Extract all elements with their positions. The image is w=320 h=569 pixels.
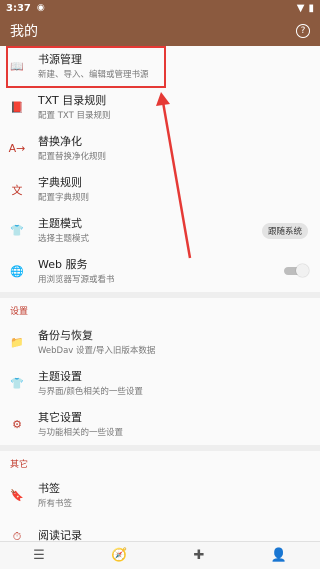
battery-icon: ▮ xyxy=(308,2,314,14)
wifi-icon: ▼ xyxy=(296,2,305,14)
item-title: 备份与恢复 xyxy=(38,328,93,342)
menu-item-theme-settings[interactable]: 👕 主题设置 与界面/颜色相关的一些设置 xyxy=(0,363,320,404)
menu-item-backup[interactable]: 📁 备份与恢复 WebDav 设置/导入旧版本数据 xyxy=(0,322,320,363)
menu-item-other-settings[interactable]: ⚙ 其它设置 与功能相关的一些设置 xyxy=(0,404,320,445)
menu-item-replace[interactable]: A→ 替换净化 配置替换净化规则 xyxy=(0,128,320,169)
content-list[interactable]: 📖 书源管理 新建、导入、编辑或管理书源 📕 TXT 目录规则 配置 TXT 目… xyxy=(0,46,320,541)
help-icon[interactable]: ? xyxy=(296,24,310,38)
menu-item-bookmarks[interactable]: 🔖 书签 所有书签 xyxy=(0,475,320,516)
item-subtitle: 配置 TXT 目录规则 xyxy=(38,110,111,121)
page-title: 我的 xyxy=(10,24,38,40)
profile-icon[interactable]: 👤 xyxy=(271,548,287,563)
section-header-settings: 设置 xyxy=(0,292,320,322)
section-header-other: 其它 xyxy=(0,445,320,475)
menu-item-txt-toc[interactable]: 📕 TXT 目录规则 配置 TXT 目录规则 xyxy=(0,87,320,128)
item-title: 替换净化 xyxy=(38,134,82,148)
item-subtitle: 与界面/颜色相关的一些设置 xyxy=(38,386,143,397)
menu-item-read-records[interactable]: ⏱ 阅读记录 xyxy=(0,516,320,542)
history-icon: ⏱ xyxy=(12,529,22,542)
dictionary-icon: 文 xyxy=(11,183,23,197)
item-subtitle: 用浏览器写源或看书 xyxy=(38,274,115,285)
shirt-icon: 👕 xyxy=(10,224,24,237)
menu-item-web-service[interactable]: 🌐 Web 服务 用浏览器写源或看书 xyxy=(0,251,320,292)
item-title: 主题设置 xyxy=(38,369,82,383)
item-subtitle: 所有书签 xyxy=(38,498,73,509)
theme-mode-pill[interactable]: 跟随系统 xyxy=(261,223,308,239)
bookmark-icon: 🔖 xyxy=(10,489,24,502)
item-subtitle: 配置字典规则 xyxy=(38,192,90,203)
menu-item-theme-mode[interactable]: 👕 主题模式 选择主题模式 跟随系统 xyxy=(0,210,320,251)
txt-book-icon: 📕 xyxy=(10,101,24,114)
item-title: 主题模式 xyxy=(38,216,82,230)
item-subtitle: WebDav 设置/导入旧版本数据 xyxy=(38,345,156,356)
bookshelf-icon[interactable]: ☰ xyxy=(33,548,45,563)
notification-icon: ◉ xyxy=(36,3,45,13)
discover-icon[interactable]: 🧭 xyxy=(111,548,127,563)
status-time: 3:37 xyxy=(6,2,31,14)
web-service-toggle[interactable] xyxy=(284,264,309,277)
item-title: 书签 xyxy=(38,481,60,495)
replace-icon: A→ xyxy=(8,142,26,155)
status-bar: 3:37 ◉ ▼ ▮ xyxy=(0,0,320,16)
item-subtitle: 与功能相关的一些设置 xyxy=(38,427,124,438)
folder-icon: 📁 xyxy=(10,336,24,349)
item-subtitle: 配置替换净化规则 xyxy=(38,151,107,162)
item-title: 字典规则 xyxy=(38,175,82,189)
gear-icon: ⚙ xyxy=(12,418,22,431)
app-bar: 我的 ? xyxy=(0,16,320,46)
item-subtitle: 选择主题模式 xyxy=(38,233,90,244)
item-title: 阅读记录 xyxy=(38,528,82,542)
rss-icon[interactable]: ✚ xyxy=(194,548,205,563)
shirt-icon: 👕 xyxy=(10,377,24,390)
item-title: Web 服务 xyxy=(38,257,88,271)
bottom-nav: ☰ 🧭 ✚ 👤 xyxy=(0,541,320,569)
item-title: 其它设置 xyxy=(38,410,82,424)
highlight-box xyxy=(6,46,166,88)
menu-item-dictionary[interactable]: 文 字典规则 配置字典规则 xyxy=(0,169,320,210)
item-title: TXT 目录规则 xyxy=(38,93,107,107)
globe-icon: 🌐 xyxy=(10,265,24,278)
